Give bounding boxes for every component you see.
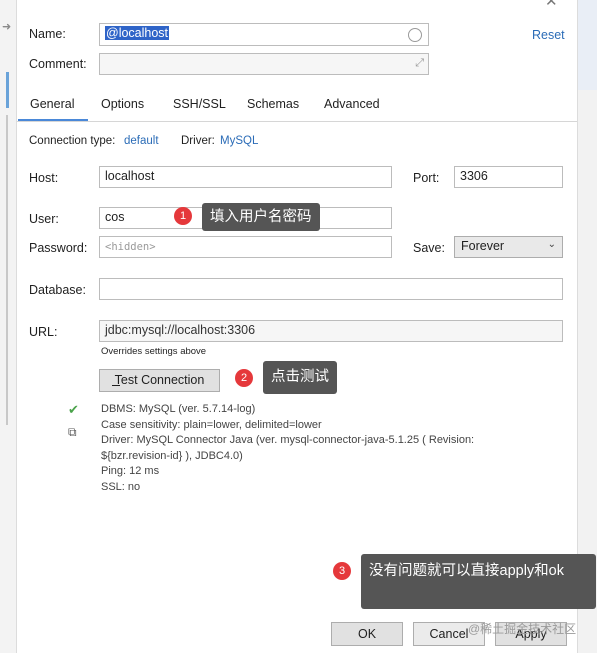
port-label: Port:: [413, 171, 440, 185]
connection-type-link[interactable]: default: [124, 135, 159, 147]
tab-advanced[interactable]: Advanced: [324, 97, 380, 111]
user-label: User:: [29, 212, 59, 226]
password-label: Password:: [29, 241, 88, 255]
result-line: SSL: no: [101, 480, 141, 493]
driver-link[interactable]: MySQL: [220, 135, 258, 147]
test-connection-button[interactable]: Test Connection: [99, 369, 220, 392]
save-value: Forever: [461, 239, 505, 253]
right-panel-highlight: [578, 0, 597, 90]
comment-field[interactable]: ⤢: [99, 53, 429, 75]
host-field[interactable]: localhost: [99, 166, 392, 188]
url-field[interactable]: jdbc:mysql://localhost:3306: [99, 320, 563, 342]
selection-marker: [6, 72, 9, 108]
result-line: Driver: MySQL Connector Java (ver. mysql…: [101, 434, 475, 446]
expand-icon[interactable]: ⤢: [415, 57, 424, 70]
left-panel-strip: ➜: [0, 0, 17, 653]
save-label: Save:: [413, 241, 445, 255]
database-label: Database:: [29, 283, 86, 297]
test-result-panel: DBMS: MySQL (ver. 5.7.14-log) Case sensi…: [101, 402, 521, 495]
password-field[interactable]: <hidden>: [99, 236, 392, 258]
tab-ssh-ssl[interactable]: SSH/SSL: [173, 97, 226, 111]
port-value: 3306: [460, 169, 488, 183]
url-label: URL:: [29, 325, 58, 339]
tab-schemas[interactable]: Schemas: [247, 97, 299, 111]
clear-circle-icon[interactable]: [408, 28, 422, 42]
url-value: jdbc:mysql://localhost:3306: [105, 323, 256, 337]
comment-label: Comment:: [29, 57, 87, 71]
host-value: localhost: [105, 169, 155, 183]
port-field[interactable]: 3306: [454, 166, 563, 188]
watermark: @稀土掘金技术社区: [468, 622, 577, 636]
driver-label: Driver:: [181, 135, 215, 147]
tab-options[interactable]: Options: [101, 97, 144, 111]
ok-button[interactable]: OK: [331, 622, 403, 646]
copy-icon[interactable]: ⧉: [68, 425, 77, 440]
name-field[interactable]: @localhost: [99, 23, 429, 46]
url-note: Overrides settings above: [101, 346, 207, 357]
save-select[interactable]: Forever ⌄: [454, 236, 563, 258]
mnemonic-underline: [112, 385, 120, 386]
connection-type-label: Connection type:: [29, 135, 116, 147]
name-value: @localhost: [105, 26, 170, 40]
callout-3: 没有问题就可以直接apply和ok: [361, 554, 596, 609]
password-placeholder: <hidden>: [105, 241, 156, 253]
arrow-icon[interactable]: ➜: [2, 20, 11, 33]
name-label: Name:: [29, 27, 66, 41]
callout-2: 点击测试: [263, 361, 337, 394]
scroll-track[interactable]: [6, 115, 8, 425]
database-field[interactable]: [99, 278, 563, 300]
chevron-down-icon: ⌄: [547, 239, 556, 250]
callout-badge-2: 2: [235, 369, 253, 387]
result-line: Ping: 12 ms: [101, 465, 160, 477]
user-value: cos: [105, 210, 125, 224]
result-line: Case sensitivity: plain=lower, delimited…: [101, 418, 322, 431]
tab-general[interactable]: General: [30, 97, 74, 111]
result-line: DBMS: MySQL (ver. 5.7.14-log): [101, 403, 256, 415]
callout-badge-3: 3: [333, 562, 351, 580]
host-label: Host:: [29, 171, 59, 185]
active-tab-indicator: [18, 119, 88, 121]
close-icon[interactable]: ✕: [545, 0, 558, 10]
test-connection-label: Test Connection: [114, 373, 205, 387]
check-icon: ✔: [68, 402, 79, 417]
reset-link[interactable]: Reset: [532, 28, 565, 42]
callout-1: 填入用户名密码: [202, 203, 320, 231]
callout-badge-1: 1: [174, 207, 192, 225]
tab-bar-divider: [17, 121, 577, 122]
result-line: ${bzr.revision-id} ), JDBC4.0): [101, 449, 243, 462]
